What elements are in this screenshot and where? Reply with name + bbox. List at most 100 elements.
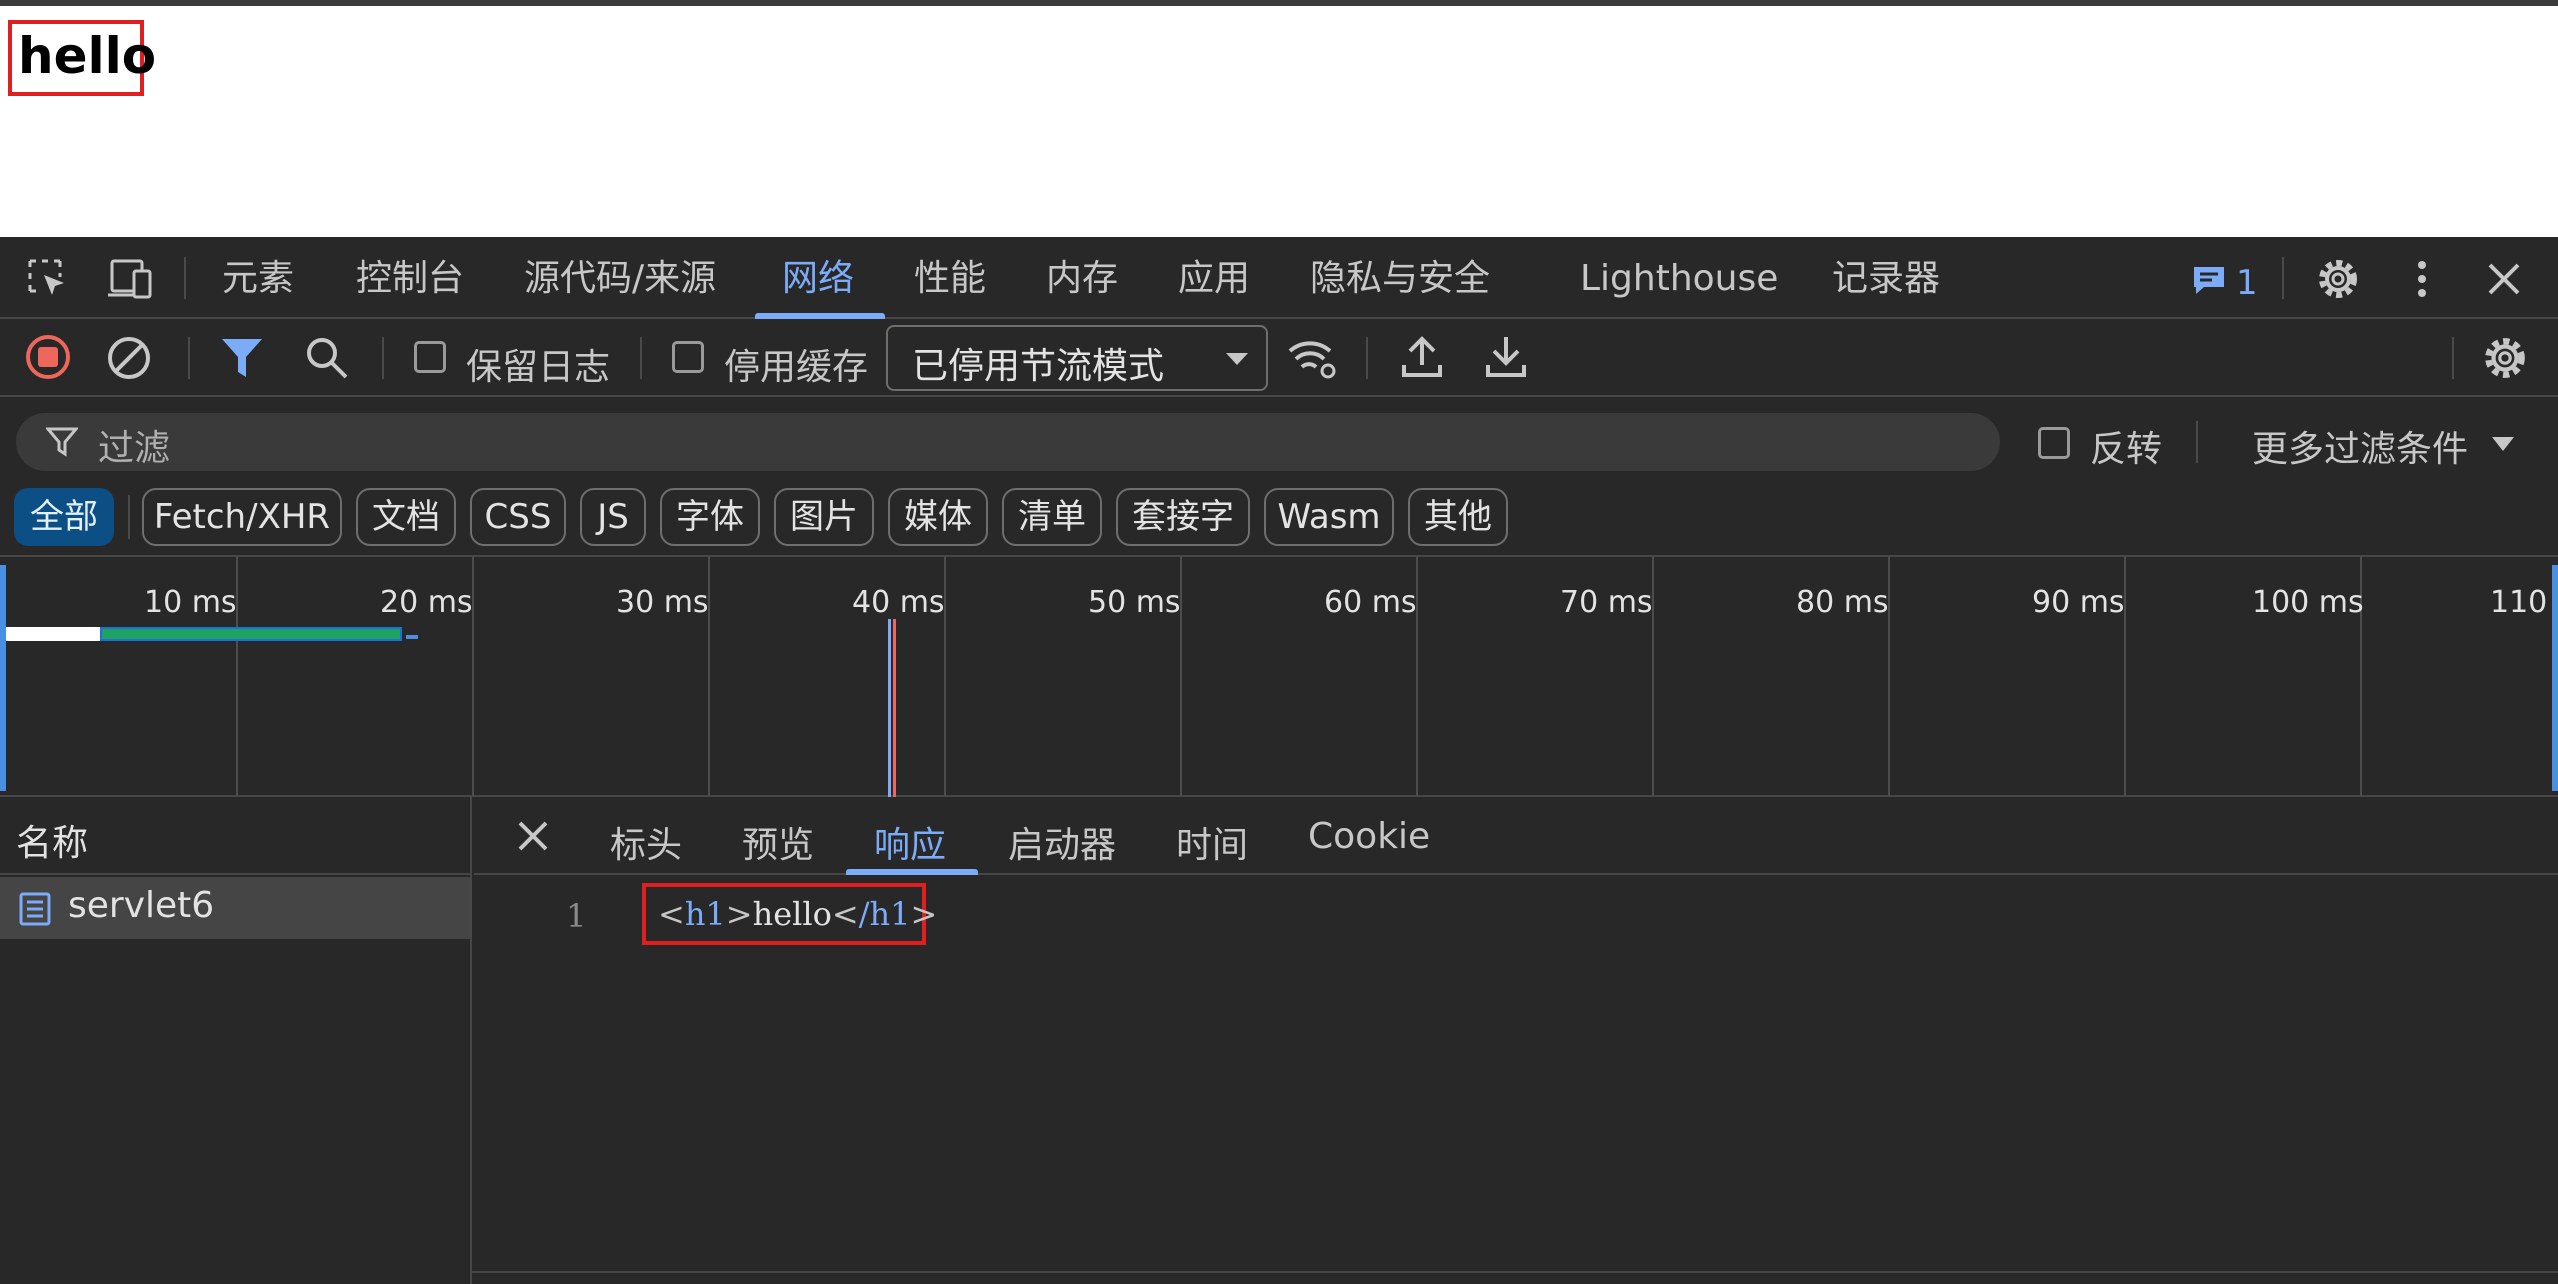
network-conditions-icon[interactable] [1286,335,1338,381]
detail-tab-headers[interactable]: 标头 [610,816,682,868]
timeline-tick-label: 90 ms [2032,585,2125,620]
detail-tab-preview[interactable]: 预览 [742,816,814,868]
request-list-header[interactable]: 名称 [0,797,470,875]
request-detail-pane: 标头 预览 响应 启动器 时间 Cookie 1 <h1>hello</h1> [474,797,2558,1284]
tab-application[interactable]: 应用 [1178,257,1250,301]
chip-doc[interactable]: 文档 [356,488,456,546]
active-detail-tab-indicator [846,869,978,875]
network-timeline-overview[interactable]: 10 ms 20 ms 30 ms 40 ms 50 ms 60 ms 70 m… [0,557,2558,797]
chip-fetch-xhr[interactable]: Fetch/XHR [142,488,342,546]
detail-tab-bar: 标头 预览 响应 启动器 时间 Cookie [474,797,2558,875]
load-event-marker [893,619,896,797]
response-content: hello [752,895,832,933]
import-har-icon[interactable] [1400,333,1444,381]
timeline-tick-label: 40 ms [852,585,945,620]
separator [188,337,190,379]
line-number: 1 [566,897,587,935]
issues-icon[interactable] [2192,265,2226,295]
tab-network[interactable]: 网络 [782,257,854,301]
request-list: 名称 servlet6 [0,797,472,1284]
preserve-log-checkbox[interactable] [414,341,446,373]
more-filters-caret-icon[interactable] [2490,435,2516,453]
name-column-header: 名称 [16,823,89,864]
more-filters-dropdown[interactable]: 更多过滤条件 [2252,420,2468,472]
tab-memory[interactable]: 内存 [1046,257,1118,301]
detail-tab-cookies[interactable]: Cookie [1308,816,1430,857]
response-highlight: <h1>hello</h1> [642,883,937,945]
separator [2452,337,2454,379]
detail-tab-timing[interactable]: 时间 [1176,816,1248,868]
document-icon [18,891,52,927]
timeline-tick-label: 20 ms [380,585,473,620]
chip-font[interactable]: 字体 [660,488,760,546]
chip-media[interactable]: 媒体 [888,488,988,546]
request-row[interactable]: servlet6 [0,877,470,939]
tab-sources[interactable]: 源代码/来源 [524,257,716,301]
invert-label: 反转 [2090,429,2163,470]
tab-privacy-security[interactable]: 隐私与安全 [1310,257,1490,301]
request-waiting-bar [6,627,100,641]
open-tag: h1 [684,895,726,933]
more-options-icon[interactable] [2410,257,2434,301]
detail-tab-initiator[interactable]: 启动器 [1008,816,1116,868]
chip-wasm[interactable]: Wasm [1264,488,1394,546]
clear-icon[interactable] [106,335,152,381]
search-icon[interactable] [304,335,350,381]
chip-other[interactable]: 其他 [1408,488,1508,546]
throttling-value: 已停用节流模式 [912,346,1165,387]
request-tail-bar [406,635,418,639]
page-viewport: hello [0,6,2558,237]
device-toolbar-icon[interactable] [106,257,156,301]
page-heading: hello [8,20,156,96]
tab-recorder[interactable]: 记录器 [1832,257,1940,301]
export-har-icon[interactable] [1484,333,1528,381]
throttling-select[interactable]: 已停用节流模式 [886,325,1268,391]
separator [128,495,130,539]
filter-icon [46,427,78,457]
close-detail-icon[interactable] [516,819,550,853]
separator [382,337,384,379]
chip-manifest[interactable]: 清单 [1002,488,1102,546]
chip-img[interactable]: 图片 [774,488,874,546]
dom-content-loaded-marker [888,619,891,797]
inspect-element-icon[interactable] [26,257,70,301]
close-tag: /h1 [858,895,911,933]
tab-performance[interactable]: 性能 [914,257,986,301]
timeline-tick-label: 30 ms [616,585,709,620]
devtools-tab-bar: 元素 控制台 源代码/来源 网络 性能 内存 应用 隐私与安全 Lighthou… [0,237,2558,319]
devtools-panel: 元素 控制台 源代码/来源 网络 性能 内存 应用 隐私与安全 Lighthou… [0,237,2558,1284]
chip-all[interactable]: 全部 [14,488,114,546]
chip-js[interactable]: JS [580,488,646,546]
timeline-right-handle[interactable] [2552,565,2558,791]
settings-gear-icon[interactable] [2316,257,2360,301]
timeline-left-handle[interactable] [0,565,6,791]
separator [2282,257,2284,299]
invert-checkbox[interactable] [2038,427,2070,459]
tab-console[interactable]: 控制台 [356,257,464,301]
filter-placeholder: 过滤 [98,428,171,469]
filter-input[interactable]: 过滤 [16,413,2000,471]
separator [184,257,186,299]
timeline-tick-label: 60 ms [1324,585,1417,620]
response-code-line[interactable]: <h1>hello</h1> [658,895,937,933]
network-settings-gear-icon[interactable] [2482,335,2528,381]
timeline-tick-label: 70 ms [1560,585,1653,620]
tab-lighthouse[interactable]: Lighthouse [1580,257,1778,301]
separator [640,337,642,379]
detail-tab-response[interactable]: 响应 [874,816,946,868]
tab-elements[interactable]: 元素 [222,257,294,301]
stop-recording-icon[interactable] [24,333,72,381]
filter-funnel-icon[interactable] [220,337,264,379]
chevron-down-icon [1226,353,1248,365]
chip-css[interactable]: CSS [470,488,566,546]
timeline-tick-label: 80 ms [1796,585,1889,620]
issues-count[interactable]: 1 [2236,263,2258,303]
chip-socket[interactable]: 套接字 [1116,488,1250,546]
timeline-tick-label: 50 ms [1088,585,1181,620]
timeline-tick-label: 10 ms [144,585,237,620]
close-devtools-icon[interactable] [2484,259,2524,299]
disable-cache-checkbox[interactable] [672,341,704,373]
separator [1366,337,1368,379]
request-name: servlet6 [68,885,215,926]
request-download-bar [100,627,402,641]
